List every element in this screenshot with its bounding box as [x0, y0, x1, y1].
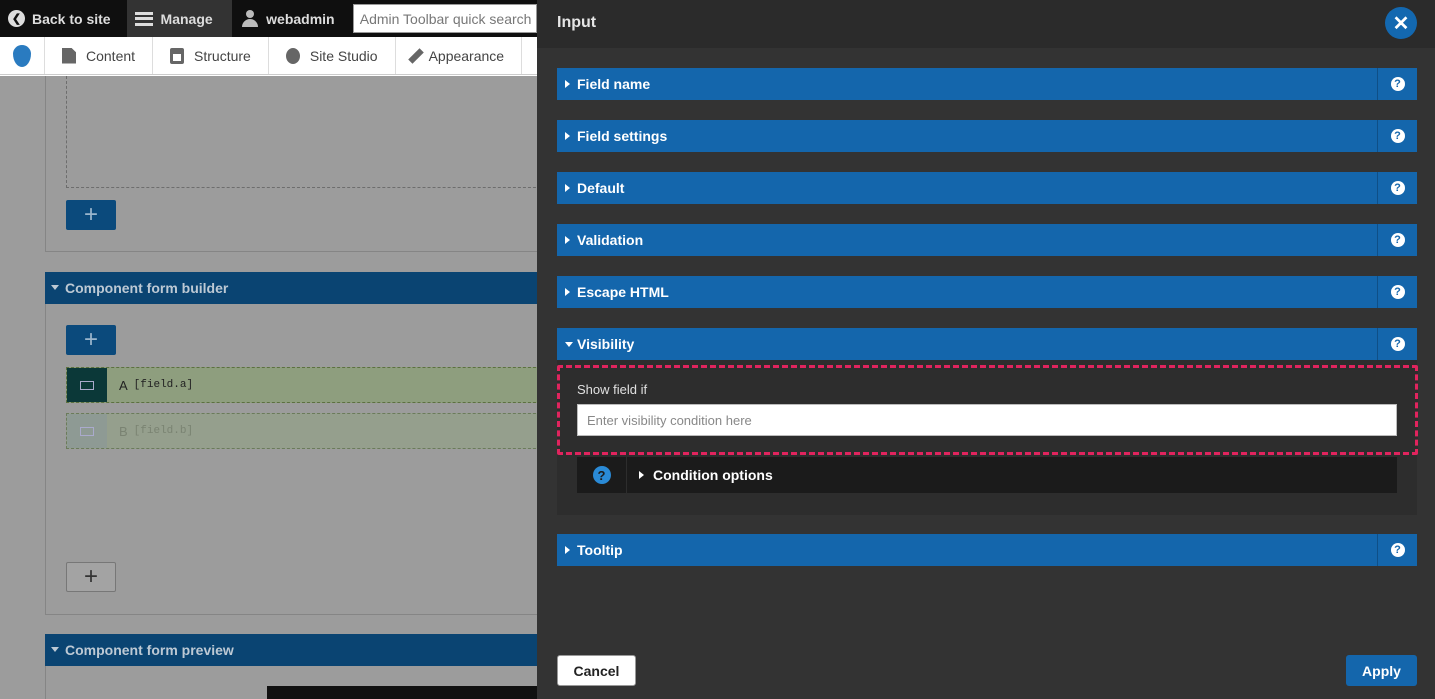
add-label: +	[83, 201, 98, 228]
field-label: A	[119, 377, 128, 393]
help-icon: ?	[592, 466, 611, 484]
help-icon: ?	[1390, 337, 1405, 351]
field-key: [field.a]	[133, 379, 194, 391]
visibility-condition-input[interactable]	[577, 404, 1397, 436]
close-icon: ✕	[1392, 12, 1410, 35]
manage-label: Manage	[160, 10, 213, 27]
section-escape-html[interactable]: Escape HTML ?	[557, 276, 1417, 308]
section-field-settings[interactable]: Field settings ?	[557, 120, 1417, 152]
add-element-button[interactable]: +	[66, 200, 116, 230]
toolbar-search-placeholder: Admin Toolbar quick search	[359, 10, 532, 27]
menu-item-content[interactable]: Content	[45, 37, 154, 74]
help-icon: ?	[1390, 77, 1405, 91]
add-label: +	[83, 326, 98, 353]
help-icon: ?	[1390, 129, 1405, 143]
help-button[interactable]: ?	[1377, 534, 1417, 566]
menu-item-label: Structure	[194, 47, 251, 64]
input-settings-modal: Input ✕ Field name ? Field settings ? De…	[537, 0, 1435, 699]
add-field-bottom-button[interactable]: +	[66, 562, 116, 592]
section-title: Tooltip	[557, 542, 1377, 558]
menu-item-structure[interactable]: Structure	[153, 37, 269, 74]
section-default[interactable]: Default ?	[557, 172, 1417, 204]
section-title: Field settings	[557, 128, 1377, 144]
help-button[interactable]: ?	[1377, 172, 1417, 204]
menu-item-label: Content	[86, 47, 136, 64]
chevron-left-icon: ❮	[8, 10, 25, 27]
manage-tab[interactable]: Manage	[126, 0, 233, 37]
form-builder-header[interactable]: Component form builder	[45, 272, 537, 304]
input-field-icon	[67, 414, 107, 448]
form-preview-title: Component form preview	[65, 642, 234, 658]
menu-item-label: Site Studio	[309, 47, 378, 64]
admin-toolbar: ❮ Back to site Manage webadmin Admin Too…	[0, 0, 537, 37]
section-validation[interactable]: Validation ?	[557, 224, 1417, 256]
cancel-label: Cancel	[573, 662, 620, 679]
close-button[interactable]: ✕	[1385, 7, 1417, 39]
field-row-b[interactable]: B [field.b]	[66, 413, 537, 449]
field-row-a[interactable]: A [field.a]	[66, 367, 537, 403]
user-label: webadmin	[266, 10, 335, 27]
back-to-site-link[interactable]: ❮ Back to site	[0, 0, 127, 37]
user-tab[interactable]: webadmin	[232, 0, 349, 37]
help-button[interactable]: ?	[1377, 224, 1417, 256]
page-overlay: + Component form builder + A [field.a] B…	[0, 76, 537, 699]
show-field-if-label: Show field if	[577, 382, 648, 397]
help-button[interactable]: ?	[1377, 120, 1417, 152]
form-builder-panel	[45, 304, 537, 615]
modal-title: Input	[557, 14, 597, 31]
section-visibility[interactable]: Visibility ?	[557, 328, 1417, 360]
form-builder-title: Component form builder	[65, 280, 229, 296]
menu-icon	[134, 11, 153, 26]
section-title: Default	[557, 180, 1377, 196]
help-icon: ?	[1390, 233, 1405, 247]
condition-help-button[interactable]: ?	[577, 457, 627, 493]
help-button[interactable]: ?	[1377, 328, 1417, 360]
help-button[interactable]: ?	[1377, 68, 1417, 100]
help-icon: ?	[1390, 285, 1405, 299]
section-title: Visibility	[557, 336, 1377, 352]
section-field-name[interactable]: Field name ?	[557, 68, 1417, 100]
field-key: [field.b]	[133, 425, 194, 437]
back-to-site-label: Back to site	[32, 10, 111, 27]
preview-strip	[267, 686, 537, 699]
user-icon	[242, 10, 259, 27]
menu-item-appearance[interactable]: Appearance	[396, 37, 523, 74]
form-preview-header[interactable]: Component form preview	[45, 634, 537, 666]
help-icon: ?	[1390, 543, 1405, 557]
appearance-icon	[407, 47, 424, 64]
section-title: Validation	[557, 232, 1377, 248]
section-tooltip[interactable]: Tooltip ?	[557, 534, 1417, 566]
document-icon	[62, 47, 76, 64]
site-studio-icon	[285, 47, 300, 64]
structure-icon	[170, 47, 185, 64]
section-title: Field name	[557, 76, 1377, 92]
field-label: B	[119, 423, 128, 439]
condition-options-label: Condition options	[627, 467, 773, 483]
menu-item-site-studio[interactable]: Site Studio	[269, 37, 396, 74]
apply-label: Apply	[1362, 662, 1401, 679]
add-field-button[interactable]: +	[66, 325, 116, 355]
menu-item-label: Appearance	[428, 47, 505, 64]
drop-zone	[66, 76, 537, 188]
add-label: +	[83, 563, 98, 590]
cancel-button[interactable]: Cancel	[557, 655, 636, 686]
input-field-icon	[67, 368, 107, 402]
condition-options-row[interactable]: ? Condition options	[577, 457, 1397, 493]
modal-header: Input ✕	[537, 0, 1435, 48]
help-button[interactable]: ?	[1377, 276, 1417, 308]
section-title: Escape HTML	[557, 284, 1377, 300]
toolbar-search-input[interactable]: Admin Toolbar quick search	[352, 4, 537, 33]
drupal-logo[interactable]	[0, 37, 45, 74]
admin-menu-bar: Content Structure Site Studio Appearance	[0, 37, 537, 75]
drupal-drop-icon	[13, 44, 31, 67]
apply-button[interactable]: Apply	[1346, 655, 1417, 686]
help-icon: ?	[1390, 181, 1405, 195]
